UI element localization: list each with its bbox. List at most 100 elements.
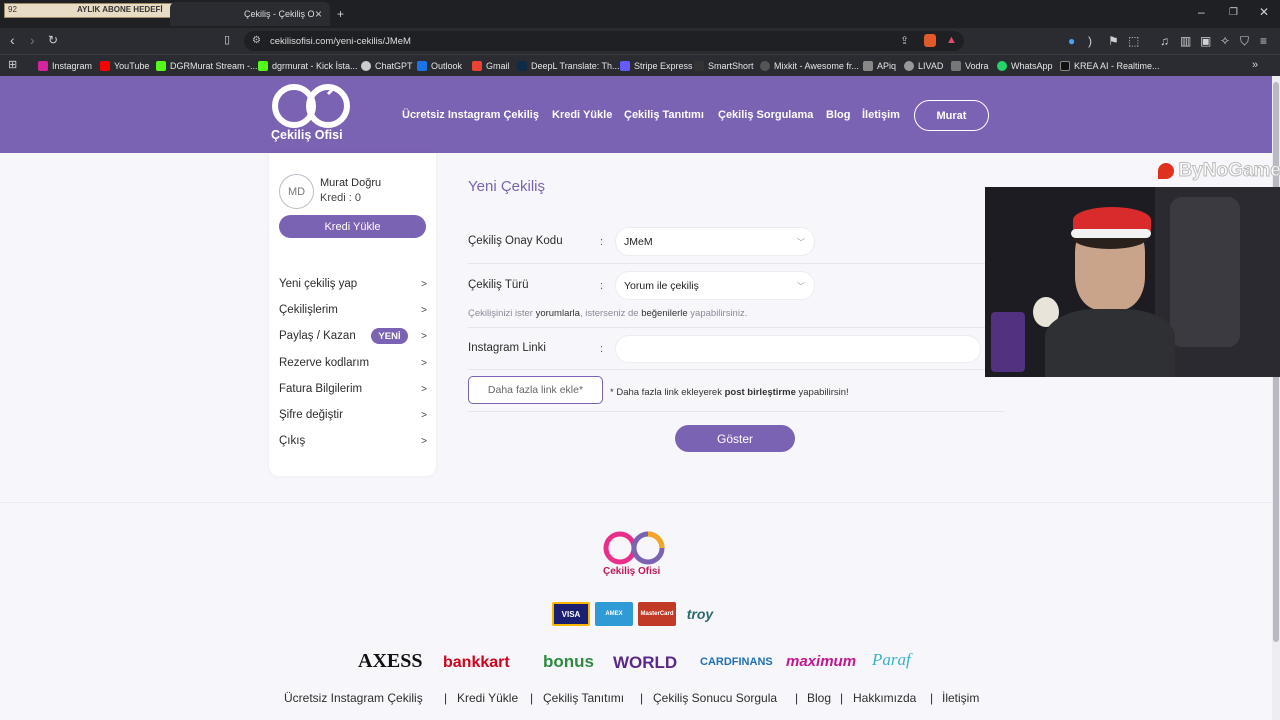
sidebar-item-change-password[interactable]: Şifre değiştir > xyxy=(279,406,427,424)
webcam-shirt xyxy=(1045,309,1175,377)
forward-icon[interactable]: › xyxy=(30,33,35,47)
footer-logo-text: Çekiliş Ofisi xyxy=(603,566,661,577)
bookmark-stripe[interactable]: Stripe Express xyxy=(620,59,693,73)
add-link-button[interactable]: Daha fazla link ekle* xyxy=(468,376,603,404)
user-menu-button[interactable]: Murat xyxy=(914,100,989,131)
leo-icon[interactable]: ✧ xyxy=(1220,35,1230,47)
sidebar-item-my-draws[interactable]: Çekilişlerim > xyxy=(279,301,427,319)
footer-link-credit[interactable]: Kredi Yükle xyxy=(457,691,518,705)
site-info-icon[interactable]: ⚙ xyxy=(252,35,261,46)
type-select[interactable]: Yorum ile çekiliş ﹀ xyxy=(615,271,815,300)
watermark-text: ByNoGame xyxy=(1178,160,1280,182)
footer-link-promo[interactable]: Çekiliş Tanıtımı xyxy=(543,691,624,705)
stream-watermark: ByNoGame xyxy=(1158,160,1280,182)
nav-blog[interactable]: Blog xyxy=(826,109,850,121)
extensions-icon[interactable]: ⬚ xyxy=(1128,35,1139,47)
chevron-down-icon: ﹀ xyxy=(797,282,805,291)
footer-logo[interactable]: Çekiliş Ofisi xyxy=(600,530,670,580)
nav-promo[interactable]: Çekiliş Tanıtımı xyxy=(624,109,704,121)
footer-link-contact[interactable]: İletişim xyxy=(942,691,979,705)
nav-query[interactable]: Çekiliş Sorgulama xyxy=(718,109,813,121)
url-text: cekilisofisi.com/yeni-cekilis/JMeM xyxy=(270,36,411,47)
vpn-icon[interactable]: ⛉ xyxy=(1240,35,1249,47)
extension-a-icon[interactable]: ● xyxy=(1068,35,1075,47)
credit-load-button[interactable]: Kredi Yükle xyxy=(279,215,426,238)
new-tab-icon[interactable]: + xyxy=(337,8,344,20)
sidebar-toggle-icon[interactable]: ▥ xyxy=(1180,35,1191,47)
brave-rewards-icon[interactable]: ▲ xyxy=(946,34,957,46)
bookmark-krea[interactable]: KREA AI - Realtime... xyxy=(1060,59,1160,73)
credit-balance: Kredi : 0 xyxy=(320,192,361,204)
sidebar-item-billing[interactable]: Fatura Bilgilerim > xyxy=(279,380,427,398)
share-icon[interactable]: ⇪ xyxy=(900,34,909,47)
reload-icon[interactable]: ↻ xyxy=(48,34,58,46)
wallet-icon[interactable]: ▣ xyxy=(1200,35,1211,47)
code-value: JMeM xyxy=(624,235,653,248)
nav-credit[interactable]: Kredi Yükle xyxy=(552,109,612,121)
type-value: Yorum ile çekiliş xyxy=(624,279,699,292)
extension-b-icon[interactable]: ) xyxy=(1088,35,1092,47)
chevron-right-icon: > xyxy=(421,409,427,421)
footer-link-result-query[interactable]: Çekiliş Sonucu Sorgula xyxy=(653,691,777,705)
footer-separator: | xyxy=(530,691,534,705)
back-icon[interactable]: ‹ xyxy=(10,33,15,47)
bookmark-youtube[interactable]: YouTube xyxy=(100,59,149,73)
window-restore-icon[interactable]: ❐ xyxy=(1229,7,1238,19)
bookmark-gmail[interactable]: Gmail xyxy=(472,59,510,73)
type-hint: Çekilişinizi ister yorumlarla, isterseni… xyxy=(468,308,748,319)
footer-link-blog[interactable]: Blog xyxy=(807,691,831,705)
chevron-right-icon: > xyxy=(421,435,427,447)
bookmarks-overflow-icon[interactable]: » xyxy=(1252,59,1258,71)
bookmark-mixkit[interactable]: Mixkit - Awesome fr... xyxy=(760,59,859,73)
footer-link-free-instagram[interactable]: Ücretsiz Instagram Çekiliş xyxy=(284,691,423,705)
apps-icon[interactable]: ⊞ xyxy=(8,59,17,71)
nav-contact[interactable]: İletişim xyxy=(862,109,900,121)
window-close-icon[interactable]: ✕ xyxy=(1259,6,1269,18)
bookmark-smartshort[interactable]: SmartShort xyxy=(694,59,754,73)
logo-text: Çekiliş Ofisi xyxy=(271,128,343,142)
amex-card-logo: AMEX xyxy=(595,602,633,626)
footer-separator: | xyxy=(640,691,644,705)
tab-close-icon[interactable]: × xyxy=(315,7,322,21)
code-select[interactable]: JMeM ﹀ xyxy=(615,227,815,256)
menu-icon[interactable]: ≡ xyxy=(1260,35,1267,47)
address-bar[interactable]: ⚙ cekilisofisi.com/yeni-cekilis/JMeM ⇪ ▲ xyxy=(244,31,964,51)
bookmark-kick[interactable]: dgrmurat - Kick İsta... xyxy=(258,59,358,73)
browser-tab-active[interactable]: Çekiliş - Çekiliş O × xyxy=(170,2,330,26)
bookmark-page-icon[interactable]: ▯ xyxy=(224,34,230,46)
sidebar-item-logout[interactable]: Çıkış > xyxy=(279,432,427,450)
chevron-right-icon: > xyxy=(421,357,427,369)
bookmark-outlook[interactable]: Outlook xyxy=(417,59,462,73)
brave-shield-icon[interactable] xyxy=(924,34,936,47)
sidebar-item-reserved-codes[interactable]: Rezerve kodlarım > xyxy=(279,354,427,372)
window-minimize-icon[interactable]: – xyxy=(1198,6,1205,18)
footer-separator: | xyxy=(840,691,844,705)
nav-free-instagram[interactable]: Ücretsiz Instagram Çekiliş xyxy=(402,109,539,121)
axess-logo: AXESS xyxy=(358,650,423,672)
avatar: MD xyxy=(279,174,314,209)
visa-card-logo: VISA xyxy=(552,602,590,626)
media-icon[interactable]: ♫ xyxy=(1160,35,1169,47)
bookmark-instagram[interactable]: Instagram xyxy=(38,59,92,73)
link-colon: : xyxy=(600,343,604,355)
type-label: Çekiliş Türü xyxy=(468,279,529,291)
code-colon: : xyxy=(600,236,604,248)
show-button[interactable]: Göster xyxy=(675,425,795,452)
divider xyxy=(468,369,1004,370)
bookmark-deepl[interactable]: DeepL Translate: Th... xyxy=(517,59,620,73)
footer-separator: | xyxy=(444,691,448,705)
bookmark-chatgpt[interactable]: ChatGPT xyxy=(361,59,413,73)
footer-link-about[interactable]: Hakkımızda xyxy=(853,691,916,705)
bookmark-apiq[interactable]: APiq xyxy=(863,59,896,73)
extension-c-icon[interactable]: ⚑ xyxy=(1108,35,1119,47)
world-logo: WORLD xyxy=(613,653,678,672)
bookmark-livad[interactable]: LIVAD xyxy=(904,59,943,73)
bookmark-whatsapp[interactable]: WhatsApp xyxy=(997,59,1053,73)
site-logo[interactable]: Çekiliş Ofisi xyxy=(268,84,352,146)
instagram-link-input[interactable] xyxy=(615,335,981,363)
bookmark-dgrmurat-stream[interactable]: DGRMurat Stream -... xyxy=(156,59,258,73)
bookmark-vodra[interactable]: Vodra xyxy=(951,59,989,73)
sidebar-item-new-draw[interactable]: Yeni çekiliş yap > xyxy=(279,275,427,293)
troy-card-logo: troy xyxy=(686,606,714,622)
logo-icon xyxy=(272,84,350,128)
